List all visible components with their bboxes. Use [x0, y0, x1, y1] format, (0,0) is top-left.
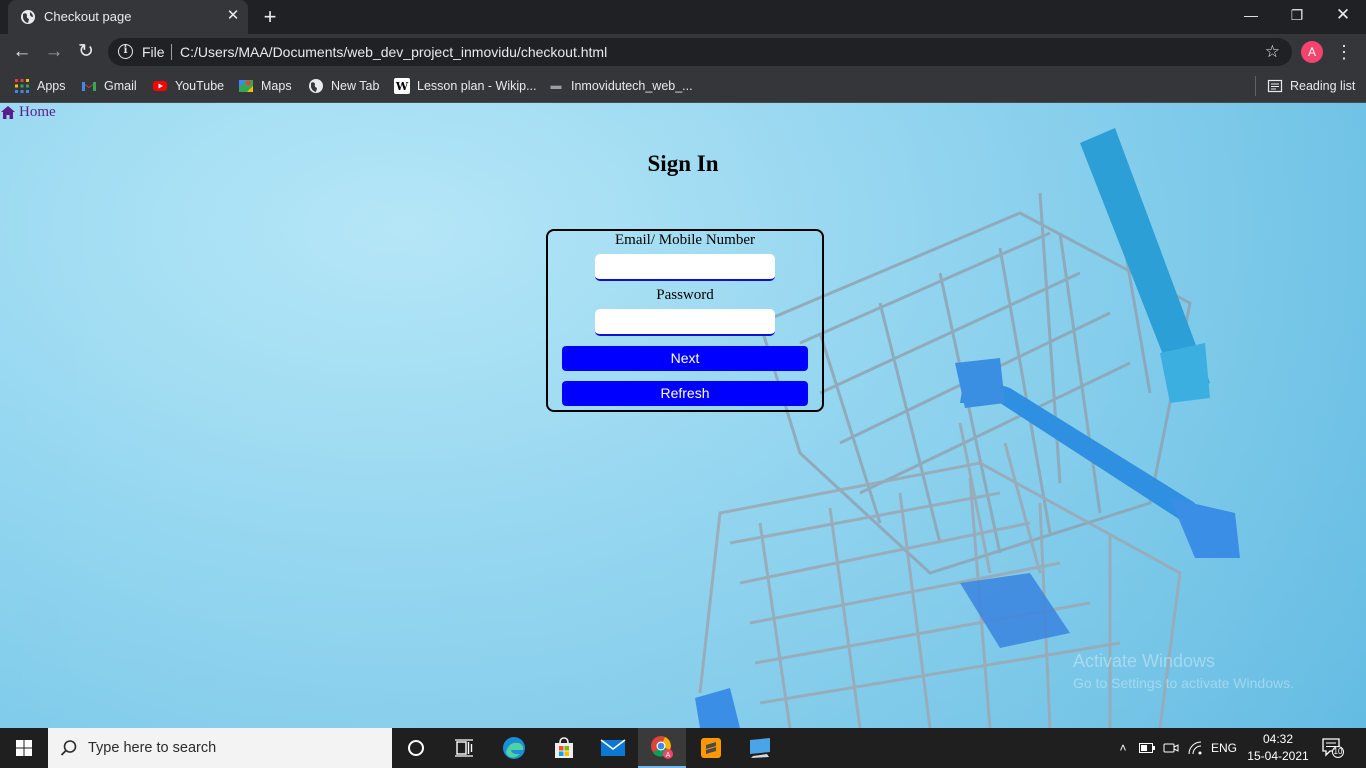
sign-in-form: Email/ Mobile Number Password Next Refre… — [546, 229, 824, 412]
clock-time: 04:32 — [1262, 732, 1294, 746]
task-view-button[interactable] — [440, 728, 488, 768]
site-icon: ▬ — [550, 80, 562, 92]
bookmark-new-tab[interactable]: New Tab — [308, 76, 379, 96]
info-icon[interactable]: i — [118, 44, 133, 59]
bookmark-maps[interactable]: Maps — [238, 76, 292, 96]
globe-icon — [21, 10, 35, 24]
address-divider — [171, 44, 172, 60]
activate-windows-watermark: Activate Windows Go to Settings to activ… — [1073, 651, 1294, 691]
address-url[interactable]: C:/Users/MAA/Documents/web_dev_project_i… — [180, 44, 607, 60]
browser-menu-icon[interactable]: ⋮ — [1334, 39, 1354, 65]
cortana-button[interactable] — [392, 728, 440, 768]
store-icon — [555, 737, 573, 758]
search-placeholder: Type here to search — [88, 740, 217, 756]
reload-button[interactable]: ↻ — [73, 39, 99, 65]
bookmark-label: Inmovidutech_web_... — [571, 79, 693, 93]
globe-icon — [309, 79, 323, 93]
page-viewport: Home Sign In Email/ Mobile Number Passwo… — [0, 103, 1366, 728]
battery-icon[interactable] — [1136, 728, 1158, 768]
task-view-icon — [455, 739, 473, 757]
desktop-app-icon — [750, 738, 770, 758]
sublime-text-icon — [701, 738, 721, 758]
watermark-subtitle: Go to Settings to activate Windows. — [1073, 675, 1294, 691]
tab-title: Checkout page — [44, 9, 132, 24]
close-window-button[interactable]: ✕ — [1320, 4, 1366, 30]
watermark-title: Activate Windows — [1073, 651, 1216, 671]
new-tab-button[interactable]: + — [260, 6, 280, 28]
bookmark-label: Gmail — [104, 79, 137, 93]
bookmark-label: Maps — [261, 79, 292, 93]
forward-button[interactable]: → — [41, 39, 67, 65]
edge-icon — [503, 737, 525, 759]
windows-logo-icon — [16, 740, 32, 756]
bookmark-label: YouTube — [175, 79, 225, 93]
page-title: Sign In — [647, 151, 719, 176]
bookmark-youtube[interactable]: YouTube — [152, 76, 224, 96]
chrome-app[interactable]: A — [638, 728, 686, 768]
home-link[interactable]: Home — [1, 104, 56, 121]
reading-list-icon — [1267, 79, 1283, 93]
notification-count: 10 — [1333, 747, 1343, 756]
bookmark-inmovidutech[interactable]: ▬ Inmovidutech_web_... — [548, 76, 693, 96]
profile-avatar[interactable]: A — [1301, 41, 1323, 63]
notification-center-button[interactable]: 10 — [1322, 738, 1344, 758]
gmail-icon — [82, 82, 96, 91]
svg-text:A: A — [666, 752, 671, 759]
bookmark-label: New Tab — [331, 79, 380, 93]
bookmark-label: Apps — [37, 79, 66, 93]
email-label: Email/ Mobile Number — [615, 232, 755, 248]
clock-date: 15-04-2021 — [1247, 749, 1309, 763]
browser-toolbar: ← → ↻ i File C:/Users/MAA/Documents/web_… — [0, 34, 1366, 70]
meet-now-icon[interactable] — [1160, 728, 1182, 768]
store-app[interactable] — [540, 728, 588, 768]
search-icon — [60, 740, 77, 756]
edge-app[interactable] — [490, 728, 538, 768]
bookmark-apps[interactable]: Apps — [14, 76, 66, 96]
maps-icon — [239, 80, 253, 92]
address-bar[interactable]: i File C:/Users/MAA/Documents/web_dev_pr… — [108, 38, 1292, 66]
tab-checkout-page[interactable]: Checkout page ✕ — [8, 0, 248, 34]
cortana-icon — [408, 740, 424, 756]
back-button[interactable]: ← — [9, 39, 35, 65]
windows-taskbar: Type here to search A ˄ ENG 04:32 15-04-… — [0, 728, 1366, 768]
tab-close-icon[interactable]: ✕ — [224, 7, 242, 25]
bookmarks-divider — [1255, 76, 1256, 96]
restore-button[interactable]: ❐ — [1274, 4, 1320, 30]
email-field[interactable] — [595, 254, 775, 281]
refresh-button[interactable]: Refresh — [562, 381, 808, 406]
next-button[interactable]: Next — [562, 346, 808, 371]
language-indicator[interactable]: ENG — [1208, 728, 1240, 768]
start-button[interactable] — [0, 728, 48, 768]
home-icon — [1, 106, 15, 119]
tab-strip: Checkout page ✕ + — ❐ ✕ — [0, 0, 1366, 34]
bookmark-lesson-plan[interactable]: W Lesson plan - Wikip... — [394, 76, 537, 96]
minimize-button[interactable]: — — [1228, 4, 1274, 30]
bookmark-label: Lesson plan - Wikip... — [417, 79, 537, 93]
wifi-icon[interactable] — [1184, 728, 1208, 768]
desktop-app[interactable] — [736, 728, 784, 768]
mail-app[interactable] — [589, 728, 637, 768]
address-scheme: File — [142, 44, 165, 60]
reading-list-button[interactable]: Reading list — [1267, 76, 1355, 96]
shopping-cart-background-image — [0, 103, 1366, 728]
bookmark-gmail[interactable]: Gmail — [81, 76, 137, 96]
wikipedia-icon: W — [394, 78, 410, 94]
show-hidden-icons[interactable]: ˄ — [1112, 728, 1134, 768]
sublime-text-app[interactable] — [687, 728, 735, 768]
home-link-label: Home — [19, 104, 56, 120]
youtube-icon — [153, 81, 167, 91]
reading-list-label: Reading list — [1290, 79, 1356, 93]
bookmarks-bar: Apps Gmail YouTube Maps New Tab W Lesson… — [0, 70, 1366, 103]
taskbar-search-box[interactable]: Type here to search — [48, 728, 392, 768]
chrome-icon: A — [651, 736, 673, 759]
bookmark-star-icon[interactable]: ☆ — [1265, 42, 1280, 62]
password-field[interactable] — [595, 309, 775, 336]
password-label: Password — [656, 287, 714, 303]
system-clock[interactable]: 04:32 15-04-2021 — [1244, 731, 1312, 765]
mail-icon — [600, 739, 626, 756]
apps-grid-icon — [15, 79, 29, 93]
